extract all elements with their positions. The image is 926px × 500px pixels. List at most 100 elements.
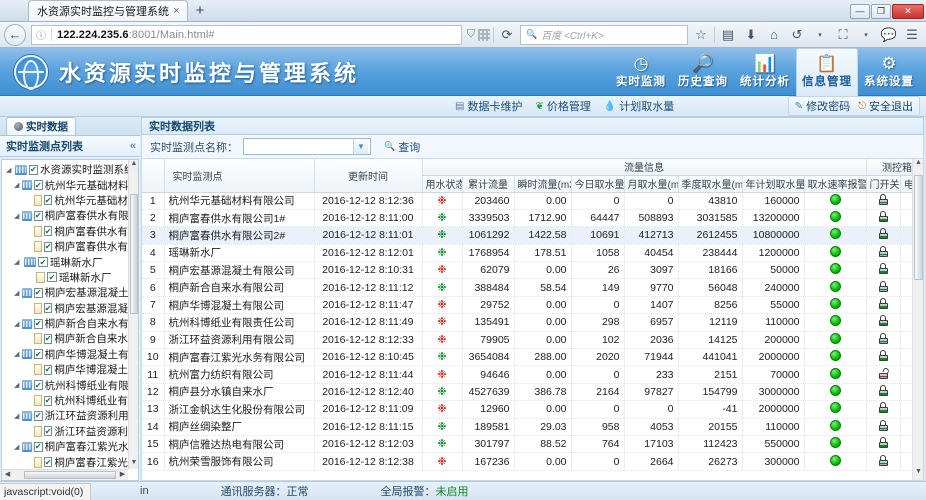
history-icon[interactable]: ↺ <box>787 25 807 45</box>
tree-node-checkbox[interactable]: ✔ <box>43 457 53 468</box>
bookmark-star-icon[interactable]: ☆ <box>691 25 711 45</box>
change-password-button[interactable]: ✎ 修改密码 <box>795 98 850 114</box>
tree-node-checkbox[interactable]: ✔ <box>47 272 57 283</box>
tree-node-checkbox[interactable]: ✔ <box>43 364 53 375</box>
nav-item-statistics[interactable]: 📊 统计分析 <box>734 48 796 96</box>
chevron-down-icon-1[interactable]: ▾ <box>810 25 830 45</box>
th-instant-flow[interactable]: 瞬时流量(m3/h <box>514 175 572 193</box>
shield-icon[interactable]: ⛉ <box>467 28 475 41</box>
tree-node-checkbox[interactable]: ✔ <box>43 241 53 252</box>
address-bar[interactable]: ⓘ 122.224.235.6:8001/Main.html# <box>31 24 462 45</box>
table-row[interactable]: 11 杭州富力纺织有限公司 2016-12-12 8:11:44 ❉ 94646 0.00… <box>142 365 923 384</box>
search-button[interactable]: 🔍 查询 <box>384 139 420 155</box>
table-row[interactable]: 15 桐庐信雅达热电有限公司 2016-12-12 8:12:03 ❉ 301797 88… <box>142 435 923 454</box>
tree-node[interactable]: ◢✔杭州科博纸业有限责 <box>4 393 128 408</box>
th-site[interactable]: 实时监测点 <box>164 159 315 193</box>
tree-node-checkbox[interactable]: ✔ <box>33 441 43 452</box>
new-tab-icon[interactable]: + <box>188 1 212 21</box>
table-row[interactable]: 1 杭州华元基础材料有限公司 2016-12-12 8:12:36 ❉ 203460 0.… <box>142 192 923 210</box>
home-icon[interactable]: ⌂ <box>764 25 784 45</box>
tree-node-checkbox[interactable]: ✔ <box>33 180 43 191</box>
tree-expand-icon[interactable]: ◢ <box>14 350 20 358</box>
table-row[interactable]: 2 桐庐富春供水有限公司1# 2016-12-12 8:11:00 ❉ 3339503 1… <box>142 209 923 228</box>
table-row[interactable]: 5 桐庐宏基源混凝土有限公司 2016-12-12 8:10:31 ❉ 62079 0.0… <box>142 261 923 280</box>
table-row[interactable]: 9 浙江环益资源利用有限公司 2016-12-12 8:12:33 ❉ 79905 0.0… <box>142 331 923 350</box>
tree-node[interactable]: ◢✔桐庐富春供水有限公 <box>4 239 128 254</box>
th-rate-alarm[interactable]: 取水速率报警 <box>804 175 867 193</box>
tree-node[interactable]: ◢✔桐庐富春江紫光水务 <box>4 454 128 469</box>
tree-node-checkbox[interactable]: ✔ <box>43 426 53 437</box>
tree-expand-icon[interactable]: ◢ <box>14 289 20 297</box>
chat-icon[interactable]: 💬 <box>879 25 899 45</box>
th-update-time[interactable]: 更新时间 <box>314 159 423 193</box>
tree-node[interactable]: ◢ ✔桐庐富春江紫光水务有 <box>4 439 128 454</box>
table-row[interactable]: 4 瑶琳新水厂 2016-12-12 8:12:01 ❉ 1768954 178.51 10… <box>142 244 923 263</box>
tree-node-checkbox[interactable]: ✔ <box>43 303 53 314</box>
table-row[interactable]: 12 桐庐县分水镇自来水厂 2016-12-12 8:12:40 ❉ 4527639 38… <box>142 383 923 402</box>
nav-item-system-settings[interactable]: ⚙ 系统设置 <box>858 48 920 96</box>
reload-icon[interactable]: ⟳ <box>497 25 517 45</box>
chevron-down-icon-2[interactable]: ▾ <box>856 25 876 45</box>
tree-node-checkbox[interactable]: ✔ <box>43 333 53 344</box>
table-vertical-scrollbar[interactable]: ▲ ▼ <box>912 159 923 480</box>
nav-item-info-management[interactable]: 📋 信息管理 <box>796 47 858 96</box>
tree-node[interactable]: ◢✔桐庐富春供水有限公 <box>4 224 128 239</box>
subnav-item-data-card[interactable]: ▤ 数据卡维护 <box>455 98 522 114</box>
tab-close-icon[interactable]: × <box>170 5 183 18</box>
tree-scroll-thumb[interactable] <box>130 194 138 314</box>
tree-expand-icon[interactable]: ◢ <box>14 258 22 266</box>
table-row[interactable]: 3 桐庐富春供水有限公司2# 2016-12-12 8:11:01 ❉ 1061292 1… <box>142 226 923 245</box>
table-row[interactable]: 16 杭州荣雪服饰有限公司 2016-12-12 8:12:38 ❉ 167236 0.0… <box>142 452 923 471</box>
tree-node[interactable]: ◢✔桐庐华博混凝土有限 <box>4 362 128 377</box>
tree-hscroll-thumb[interactable] <box>24 471 116 479</box>
subnav-item-plan-water[interactable]: 💧 计划取水量 <box>604 98 674 114</box>
tree-vertical-scrollbar[interactable]: ▲ ▼ <box>128 160 138 469</box>
download-icon[interactable]: ⬇ <box>741 25 761 45</box>
tree-horizontal-scrollbar[interactable]: ◀ ▶ <box>2 469 128 480</box>
subnav-item-price-management[interactable]: ❦ 价格管理 <box>535 98 590 114</box>
site-info-icon[interactable]: ⓘ <box>36 27 46 42</box>
chevron-down-icon[interactable]: ▼ <box>353 139 368 154</box>
th-total-flow[interactable]: 累计流量 <box>462 175 515 193</box>
collapse-panel-icon[interactable]: « <box>130 140 136 152</box>
th-month-intake[interactable]: 月取水量(m3) <box>624 175 679 193</box>
search-input[interactable]: 🔍 百度 <Ctrl+K> <box>520 24 688 45</box>
table-row[interactable]: 7 桐庐华博混凝土有限公司 2016-12-12 8:11:47 ❉ 29752 0.00… <box>142 296 923 315</box>
monitoring-point-select[interactable]: ▼ <box>243 138 371 155</box>
tree-node-checkbox[interactable]: ✔ <box>33 287 43 298</box>
tree-node[interactable]: ◢✔杭州华元基础材料有 <box>4 193 128 208</box>
th-index[interactable] <box>142 159 165 193</box>
tree-expand-icon[interactable]: ◢ <box>14 320 20 328</box>
scroll-right-icon[interactable]: ▶ <box>117 470 128 480</box>
tree-node-checkbox[interactable]: ✔ <box>33 380 43 391</box>
close-button[interactable]: ✕ <box>892 3 924 19</box>
tree-node[interactable]: ◢✔瑶琳新水厂 <box>4 270 128 285</box>
tree-node[interactable]: ◢ ✔浙江环益资源利用有限 <box>4 408 128 423</box>
tree-node[interactable]: ◢✔浙江环益资源利用有 <box>4 424 128 439</box>
scroll-down-icon[interactable]: ▼ <box>913 468 923 480</box>
tab-realtime-data[interactable]: 实时数据 <box>6 117 76 135</box>
menu-icon[interactable]: ☰ <box>902 25 922 45</box>
tree-node[interactable]: ◢ ✔桐庐宏基源混凝土有限 <box>4 285 128 300</box>
table-row[interactable]: 13 浙江金帆达生化股份有限公司 2016-12-12 8:11:09 ❉ 12960 0… <box>142 400 923 419</box>
th-water-status[interactable]: 用水状态 <box>422 175 463 193</box>
tree-node-checkbox[interactable]: ✔ <box>43 226 53 237</box>
th-door-switch[interactable]: 门开关 <box>866 175 901 193</box>
th-year-plan[interactable]: 年计划取水量 <box>742 175 805 193</box>
th-today-intake[interactable]: 今日取水量( <box>571 175 625 193</box>
table-row[interactable]: 14 桐庐丝绸染整厂 2016-12-12 8:11:15 ❉ 189581 29.03 9… <box>142 418 923 436</box>
tree-expand-icon[interactable]: ◢ <box>14 212 20 220</box>
nav-item-history-query[interactable]: 🔎 历史查询 <box>672 48 734 96</box>
library-icon[interactable]: ▤ <box>718 25 738 45</box>
tree-node-checkbox[interactable]: ✔ <box>43 395 53 406</box>
tree-node-checkbox[interactable]: ✔ <box>33 349 43 360</box>
back-icon[interactable]: ← <box>4 23 26 46</box>
scroll-up-icon[interactable]: ▲ <box>913 159 923 171</box>
tree-expand-icon[interactable]: ◢ <box>14 381 20 389</box>
tree-node[interactable]: ◢ ✔杭州华元基础材料有限 <box>4 177 128 192</box>
minimize-button[interactable]: — <box>850 3 870 19</box>
tree-expand-icon[interactable]: ◢ <box>14 181 20 189</box>
tree-node[interactable]: ◢ ✔ 水资源实时监测系统 <box>4 162 128 177</box>
scroll-left-icon[interactable]: ◀ <box>2 470 13 480</box>
nav-item-realtime-monitor[interactable]: ◷ 实时监测 <box>610 48 672 96</box>
